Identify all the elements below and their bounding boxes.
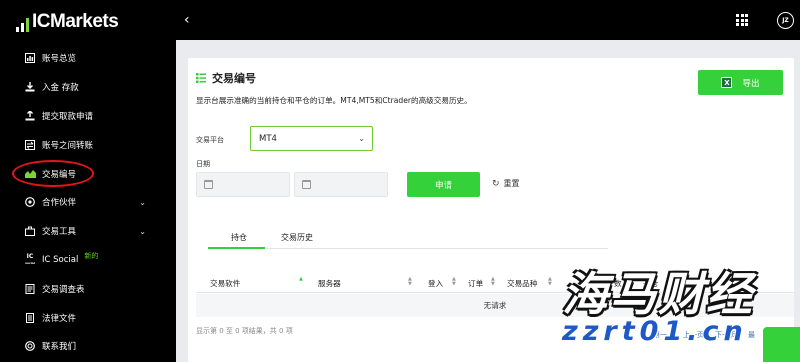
chevron-left-icon[interactable]: ‹ xyxy=(184,12,190,28)
sidebar-item-label: IC Social xyxy=(42,254,79,265)
sidebar-item-withdraw[interactable]: 提交取款申请 xyxy=(0,102,168,131)
refresh-icon: ↻ xyxy=(492,178,500,189)
column-header[interactable]: 交易品种 xyxy=(507,278,537,289)
platform-select[interactable]: MT4 ⌄ xyxy=(250,126,373,151)
apply-button[interactable]: 申请 xyxy=(407,172,480,197)
calendar-icon xyxy=(302,180,311,189)
new-badge: 新的 xyxy=(84,251,99,260)
export-button[interactable]: X 导出 xyxy=(698,70,783,95)
sidebar-item-label: 提交取款申请 xyxy=(42,111,94,122)
sidebar-item-label: 联系我们 xyxy=(42,342,77,353)
deposit-icon xyxy=(24,81,36,93)
main-content: 交易编号 X 导出 显示台展示准确的当前持仓和平仓的订单。MT4,MT5和Ctr… xyxy=(176,40,800,362)
list-icon xyxy=(196,73,206,83)
account-overview-icon xyxy=(24,52,36,64)
sidebar-nav: 账号总览 入金 存款 提交取款申请 账号之间转账 交易编号 合作伙伴 ⌄ 交易工… xyxy=(0,44,168,361)
sort-icon[interactable]: ▲ ▼ xyxy=(548,277,552,287)
sidebar-item-label: 法律文件 xyxy=(42,313,77,324)
ic-markets-logo[interactable]: ICMarkets xyxy=(16,11,119,32)
sidebar-item-label: 入金 存款 xyxy=(42,83,79,94)
avatar[interactable]: JZ xyxy=(777,12,794,29)
partner-icon xyxy=(24,196,36,208)
contact-icon xyxy=(24,340,36,352)
active-tab-indicator xyxy=(208,247,265,249)
sort-asc-icon[interactable]: ▲ xyxy=(299,277,303,282)
top-bar: ‹ JZ xyxy=(176,0,800,40)
chevron-down-icon[interactable]: ⌄ xyxy=(139,198,146,207)
pager-next[interactable]: 下一页 xyxy=(715,330,736,340)
empty-table-row: 无请求 xyxy=(196,294,794,317)
survey-icon xyxy=(24,283,36,295)
trade-history-card: 交易编号 X 导出 显示台展示准确的当前持仓和平仓的订单。MT4,MT5和Ctr… xyxy=(188,58,794,362)
platform-value: MT4 xyxy=(259,133,277,144)
sidebar-item-partner[interactable]: 合作伙伴 ⌄ xyxy=(0,188,168,217)
red-highlight-circle xyxy=(12,160,94,187)
logo-text: ICMarkets xyxy=(32,11,119,32)
excel-icon: X xyxy=(721,77,733,88)
sidebar-item-label: 合作伙伴 xyxy=(42,198,77,209)
sidebar-item-label: 账号总览 xyxy=(42,54,77,65)
start-date-input[interactable] xyxy=(196,172,290,197)
export-label: 导出 xyxy=(742,78,760,89)
sort-icon[interactable]: ▲ ▼ xyxy=(452,277,456,287)
withdraw-icon xyxy=(24,110,36,122)
ic-social-icon: IC social xyxy=(25,252,35,265)
sidebar-item-ic-social[interactable]: IC social IC Social 新的 xyxy=(0,246,168,275)
chevron-down-icon[interactable]: ⌄ xyxy=(139,227,146,236)
grid-icon[interactable] xyxy=(736,14,748,26)
column-header[interactable]: 数 xyxy=(614,278,622,289)
reset-button[interactable]: ↻ 重置 xyxy=(492,178,520,189)
card-header: 交易编号 xyxy=(196,70,256,86)
sidebar-item-deposit[interactable]: 入金 存款 xyxy=(0,73,168,102)
chat-fab-button[interactable] xyxy=(763,327,800,362)
pager-last[interactable]: 最 xyxy=(748,330,755,340)
sidebar-item-contact[interactable]: 联系我们 xyxy=(0,332,168,361)
column-header[interactable]: 订单 xyxy=(468,278,483,289)
table-header: 交易软件 ▲ 服务器 ▲ ▼ 登入 ▲ ▼ 订单 ▲ ▼ 交易品种 ▲ ▼ 数 开仓 xyxy=(196,272,794,293)
tab-bar: 持仓 交易历史 xyxy=(208,232,608,249)
pager-prev[interactable]: 上一页 xyxy=(683,330,704,340)
sidebar-item-account-overview[interactable]: 账号总览 xyxy=(0,44,168,73)
calendar-icon xyxy=(204,180,213,189)
page-info: 显示第 0 至 0 项结果，共 0 项 xyxy=(196,327,293,335)
legal-docs-icon xyxy=(24,312,36,324)
sidebar-item-legal-docs[interactable]: 法律文件 xyxy=(0,303,168,332)
tab-open-positions[interactable]: 持仓 xyxy=(231,232,247,243)
sort-icon[interactable]: ▲ ▼ xyxy=(491,277,495,287)
column-header[interactable]: 服务器 xyxy=(318,278,341,289)
sidebar-item-survey[interactable]: 交易调查表 xyxy=(0,274,168,303)
chevron-down-icon: ⌄ xyxy=(358,134,365,143)
logo-bars-icon xyxy=(16,18,29,32)
tools-icon xyxy=(24,225,36,237)
sidebar-item-label: 交易调查表 xyxy=(42,284,85,295)
page-title: 交易编号 xyxy=(212,72,256,85)
date-label: 日期 xyxy=(196,160,210,168)
end-date-input[interactable] xyxy=(294,172,388,197)
reset-label: 重置 xyxy=(503,179,520,188)
column-header[interactable]: 交易软件 xyxy=(210,278,240,289)
column-header[interactable]: 开仓 xyxy=(643,278,658,289)
pager-first[interactable]: 第一 xyxy=(653,330,667,340)
sidebar-item-label: 交易工具 xyxy=(42,227,77,238)
page-description: 显示台展示准确的当前持仓和平仓的订单。MT4,MT5和Ctrader的高级交易历… xyxy=(196,96,472,105)
transfer-icon xyxy=(24,139,36,151)
sidebar: ICMarkets 账号总览 入金 存款 提交取款申请 账号之间转账 交易编号 … xyxy=(0,0,168,362)
tab-trade-history[interactable]: 交易历史 xyxy=(281,232,313,243)
column-header[interactable]: 登入 xyxy=(428,278,443,289)
sidebar-item-tools[interactable]: 交易工具 ⌄ xyxy=(0,217,168,246)
sidebar-item-transfer[interactable]: 账号之间转账 xyxy=(0,130,168,159)
sort-icon[interactable]: ▲ ▼ xyxy=(408,277,412,287)
platform-label: 交易平台 xyxy=(196,136,224,144)
sidebar-item-label: 账号之间转账 xyxy=(42,140,94,151)
